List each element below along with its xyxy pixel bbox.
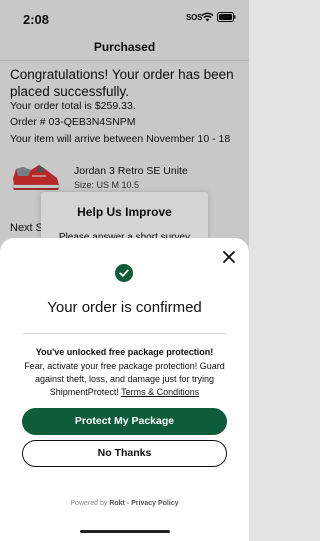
confirmation-title: Your order is confirmed — [47, 299, 202, 316]
confirmation-sheet: Your order is confirmed You've unlocked … — [0, 238, 249, 541]
close-icon[interactable] — [220, 248, 238, 266]
protect-package-button[interactable]: Protect My Package — [22, 408, 227, 435]
sheet-divider — [23, 333, 226, 334]
terms-link[interactable]: Terms & Conditions — [121, 387, 199, 397]
offer-heading: You've unlocked free package protection! — [35, 347, 214, 357]
success-badge — [115, 264, 133, 282]
privacy-policy-link[interactable]: - Privacy Policy — [127, 500, 179, 507]
powered-prefix: Powered by — [70, 500, 108, 507]
checkmark-icon — [119, 269, 129, 277]
home-indicator — [80, 530, 170, 533]
purchase-screen: 2:08 SOS Purchased Congratulations! Your… — [0, 0, 249, 541]
offer-body: Fear, activate your free package protect… — [20, 360, 229, 399]
no-thanks-button[interactable]: No Thanks — [22, 440, 227, 467]
powered-brand: Rokt — [109, 500, 125, 507]
powered-by-footer: Powered by Rokt - Privacy Policy — [0, 500, 249, 507]
